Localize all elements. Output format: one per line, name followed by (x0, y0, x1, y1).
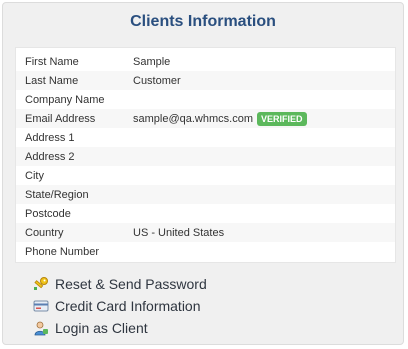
user-icon (33, 320, 49, 336)
field-value-email-address: sample@qa.whmcs.com VERIFIED (124, 111, 395, 126)
table-row: City (16, 166, 395, 185)
email-address-text: sample@qa.whmcs.com (133, 112, 253, 125)
field-label-state-region: State/Region (25, 188, 89, 201)
field-label-first-name: First Name (25, 55, 79, 68)
table-row: State/Region (16, 185, 395, 204)
credit-card-icon (33, 298, 49, 314)
panel-title: Clients Information (130, 13, 276, 30)
field-label-address-1: Address 1 (25, 131, 75, 144)
field-label-country: Country (25, 226, 64, 239)
table-row: Address 1 (16, 128, 395, 147)
login-as-client-label: Login as Client (55, 320, 148, 336)
table-row: Country US - United States (16, 223, 395, 242)
credit-card-information-link[interactable]: Credit Card Information (33, 295, 207, 317)
table-row: Last Name Customer (16, 71, 395, 90)
key-icon (33, 276, 49, 292)
reset-send-password-label: Reset & Send Password (55, 276, 207, 292)
field-label-phone-number: Phone Number (25, 245, 99, 258)
client-details-table: First Name Sample Last Name Customer Com… (15, 47, 396, 263)
field-label-city: City (25, 169, 44, 182)
table-row: Company Name (16, 90, 395, 109)
table-row: Address 2 (16, 147, 395, 166)
field-value-first-name: Sample (133, 55, 171, 68)
field-value-country: US - United States (133, 226, 225, 239)
login-as-client-link[interactable]: Login as Client (33, 317, 207, 339)
reset-send-password-link[interactable]: Reset & Send Password (33, 273, 207, 295)
field-label-address-2: Address 2 (25, 150, 75, 163)
credit-card-information-label: Credit Card Information (55, 298, 201, 314)
field-label-postcode: Postcode (25, 207, 71, 220)
table-row: First Name Sample (16, 52, 395, 71)
table-row: Email Address sample@qa.whmcs.com VERIFI… (16, 109, 395, 128)
field-value-last-name: Customer (133, 74, 181, 87)
verified-badge: VERIFIED (256, 111, 307, 126)
table-row: Phone Number (16, 242, 395, 261)
client-actions: Reset & Send Password Credit Card Inform… (33, 273, 207, 339)
table-row: Postcode (16, 204, 395, 223)
field-label-email-address: Email Address (25, 112, 96, 125)
field-label-last-name: Last Name (25, 74, 79, 87)
clients-information-panel: Clients Information First Name Sample La… (2, 2, 404, 345)
field-label-company-name: Company Name (25, 93, 105, 106)
